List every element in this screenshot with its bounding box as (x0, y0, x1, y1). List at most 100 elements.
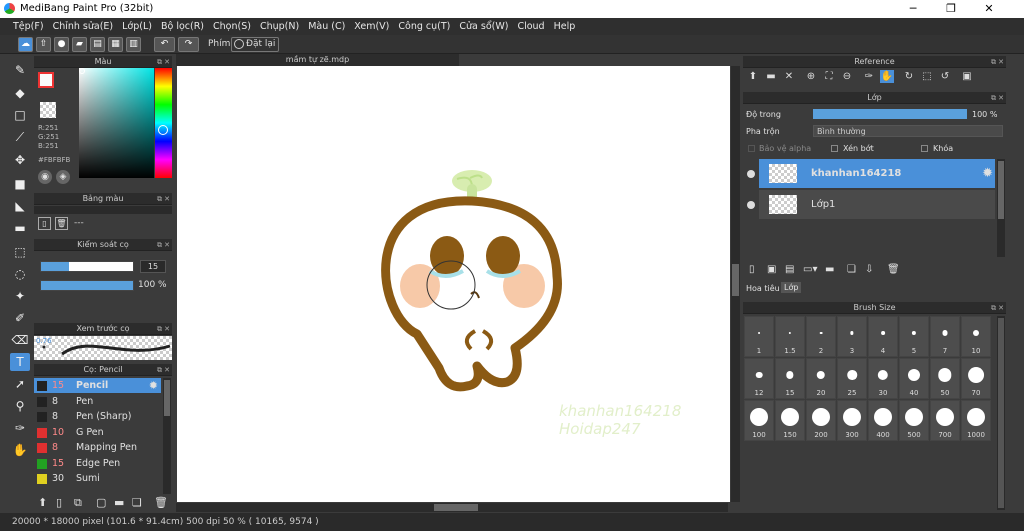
new-8bit-layer-icon[interactable]: ▤ (785, 264, 794, 275)
select-tool-icon[interactable]: ⬚ (10, 243, 30, 261)
panel-close-icon[interactable]: ✕ (164, 364, 170, 376)
panel-float-icon[interactable]: ⧉ (157, 193, 162, 205)
reference-open-icon[interactable]: ▬ (764, 70, 778, 83)
reference-flip-icon[interactable]: ⬚ (920, 70, 934, 83)
undo-icon[interactable]: ↶ (154, 37, 175, 52)
menu-window[interactable]: Cửa sổ(W) (459, 18, 508, 35)
hue-knob[interactable] (158, 125, 168, 135)
brush-size-cell[interactable]: 70 (961, 358, 991, 399)
layer-opacity-slider[interactable] (813, 109, 967, 119)
brush-list-item[interactable]: 10 G Pen (34, 425, 161, 440)
menu-select[interactable]: Chọn(S) (213, 18, 251, 35)
cloud-icon[interactable]: ☁ (18, 37, 33, 52)
brush-list-item[interactable]: 8 Pen (Sharp) (34, 409, 161, 424)
menu-layer[interactable]: Lớp(L) (122, 18, 152, 35)
brush-size-cell[interactable]: 7 (930, 316, 960, 357)
size-slider[interactable] (40, 261, 134, 272)
line-tool-icon[interactable]: ⟋ (10, 128, 30, 146)
brush-size-cell[interactable]: 150 (775, 400, 805, 441)
layer-row[interactable]: khanhan164218 ✹ (759, 159, 995, 188)
brush-size-cell[interactable]: 100 (744, 400, 774, 441)
brush-list-item[interactable]: 8 Pen (34, 394, 161, 409)
brush-size-cell[interactable]: 2 (806, 316, 836, 357)
page-icon[interactable]: ▥ (126, 37, 141, 52)
brush-size-cell[interactable]: 40 (899, 358, 929, 399)
menu-filter[interactable]: Bộ lọc(R) (161, 18, 204, 35)
bucket-tool-icon[interactable]: ◣ (10, 197, 30, 215)
panel-float-icon[interactable]: ⧉ (991, 92, 996, 104)
eyedropper-icon[interactable]: ✑ (10, 419, 30, 437)
menu-file[interactable]: Tệp(F) (13, 18, 44, 35)
reset-button[interactable]: Đặt lại (231, 37, 280, 52)
redo-icon[interactable]: ↷ (178, 37, 199, 52)
layer-visibility-icon[interactable] (747, 201, 755, 209)
layer-visibility-icon[interactable] (747, 170, 755, 178)
brush-size-cell[interactable]: 50 (930, 358, 960, 399)
brush-size-cell[interactable]: 12 (744, 358, 774, 399)
reference-reset-icon[interactable]: ↺ (938, 70, 952, 83)
eraser-tool-icon[interactable]: ◆ (10, 84, 30, 102)
brush-size-cell[interactable]: 1.5 (775, 316, 805, 357)
dropper-tool-icon[interactable]: ⚲ (10, 397, 30, 415)
brush-list-scrollbar[interactable] (163, 378, 171, 494)
brush-size-cell[interactable]: 30 (868, 358, 898, 399)
tab-navigator[interactable]: Hoa tiêu (746, 284, 780, 293)
brush-size-cell[interactable]: 25 (837, 358, 867, 399)
reference-rotate-icon[interactable]: ↻ (902, 70, 916, 83)
brush-size-cell[interactable]: 1000 (961, 400, 991, 441)
brush-size-cell[interactable]: 200 (806, 400, 836, 441)
protect-alpha-checkbox[interactable] (748, 145, 755, 152)
pen-tool-icon[interactable]: ✎ (10, 61, 30, 79)
canvas-horizontal-scrollbar[interactable] (176, 503, 728, 512)
upload-icon[interactable]: ⇧ (36, 37, 51, 52)
saturation-value-picker[interactable] (79, 68, 154, 178)
brush-new-icon[interactable]: ▯ (56, 496, 62, 509)
close-button[interactable]: ✕ (972, 0, 1006, 18)
new-layer-menu-icon[interactable]: ▭▾ (803, 264, 817, 275)
magic-wand-icon[interactable]: ✦ (10, 287, 30, 305)
delete-layer-icon[interactable]: 🗑 (887, 264, 900, 275)
chat-icon[interactable]: ▰ (72, 37, 87, 52)
brush-menu-icon[interactable]: ⧉ (74, 496, 82, 510)
brush-size-cell[interactable]: 500 (899, 400, 929, 441)
hand-tool-icon[interactable]: ✋ (10, 441, 30, 459)
brush-size-scrollbar[interactable] (997, 316, 1005, 510)
brush-list-item[interactable]: 8 Mapping Pen (34, 440, 161, 455)
grid-icon[interactable]: ▦ (108, 37, 123, 52)
panel-float-icon[interactable]: ⧉ (991, 302, 996, 314)
brush-list-item[interactable]: 30 Sumi (34, 471, 161, 486)
move-tool-icon[interactable]: ✥ (10, 151, 30, 169)
brush-folder-icon[interactable]: ▬ (114, 496, 124, 509)
brush-duplicate-icon[interactable]: ❏ (132, 496, 142, 509)
layer-folder-icon[interactable]: ▬ (825, 264, 834, 275)
menu-color[interactable]: Màu (C) (308, 18, 345, 35)
panel-close-icon[interactable]: ✕ (998, 56, 1004, 68)
brush-settings-icon[interactable]: ✹ (149, 378, 158, 393)
size-value[interactable]: 15 (140, 260, 166, 273)
reference-zoom-icon[interactable]: ⊕ (804, 70, 818, 83)
palette-add-icon[interactable]: ◈ (56, 170, 70, 184)
new-palette-icon[interactable]: ▯ (38, 217, 51, 230)
brush-size-cell[interactable]: 10 (961, 316, 991, 357)
menu-tools[interactable]: Công cụ(T) (398, 18, 450, 35)
brush-list-item[interactable]: 15 Pencil ✹ (34, 378, 161, 393)
canvas-vertical-scrollbar[interactable] (731, 66, 740, 502)
duplicate-layer-icon[interactable]: ❏ (847, 264, 856, 275)
hue-slider[interactable] (155, 68, 172, 178)
foreground-swatch[interactable] (38, 72, 54, 88)
new-layer-icon[interactable]: ▯ (749, 264, 755, 275)
brush-size-cell[interactable]: 5 (899, 316, 929, 357)
panel-close-icon[interactable]: ✕ (164, 239, 170, 251)
document-icon[interactable]: ▤ (90, 37, 105, 52)
brush-size-cell[interactable]: 700 (930, 400, 960, 441)
panel-float-icon[interactable]: ⧉ (157, 56, 162, 68)
brush-size-cell[interactable]: 1 (744, 316, 774, 357)
reference-zoomout-icon[interactable]: ⊖ (840, 70, 854, 83)
delete-palette-icon[interactable]: 🗑 (55, 217, 68, 230)
document-tab[interactable]: mầm tự zẽ.mdp (176, 54, 459, 66)
text-tool-icon[interactable]: T (10, 353, 30, 371)
layer-row[interactable]: Lớp1 (759, 190, 995, 219)
opacity-slider[interactable] (40, 280, 134, 291)
menu-snap[interactable]: Chụp(N) (260, 18, 299, 35)
panel-float-icon[interactable]: ⧉ (157, 364, 162, 376)
